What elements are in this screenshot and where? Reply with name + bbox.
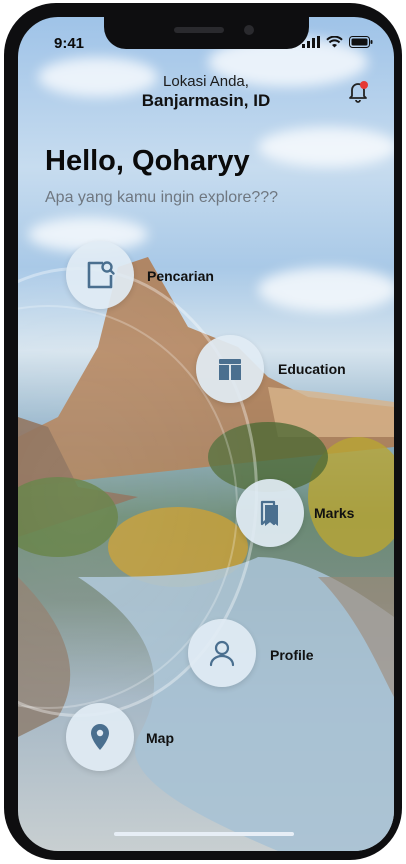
profile-menu-button[interactable] <box>188 619 256 687</box>
map-pin-icon <box>91 724 109 750</box>
education-menu-button[interactable] <box>196 335 264 403</box>
greeting-subtitle: Apa yang kamu ingin explore??? <box>45 189 279 206</box>
screen: 9:41 Lokasi Anda, Banjarmasin, ID Hello,… <box>18 17 394 851</box>
camera-dot <box>244 25 254 35</box>
home-indicator[interactable] <box>114 832 294 836</box>
phone-frame: 9:41 Lokasi Anda, Banjarmasin, ID Hello,… <box>4 3 402 860</box>
search-menu-button[interactable] <box>66 241 134 309</box>
speaker-grille <box>174 27 224 33</box>
bell-icon <box>349 81 368 103</box>
location-value[interactable]: Banjarmasin, ID <box>18 91 394 111</box>
profile-menu-label[interactable]: Profile <box>270 647 314 663</box>
notification-bell-button[interactable] <box>346 79 370 103</box>
location-label: Lokasi Anda, <box>163 73 249 90</box>
device-notch <box>104 17 309 49</box>
book-icon <box>219 359 241 380</box>
search-menu-label[interactable]: Pencarian <box>147 268 214 284</box>
wifi-icon <box>326 36 343 48</box>
greeting-title: Hello, Qoharyy <box>45 145 250 177</box>
education-menu-label[interactable]: Education <box>278 361 346 377</box>
signal-icon <box>302 36 320 48</box>
bookmarks-icon <box>260 500 278 526</box>
map-menu-label[interactable]: Map <box>146 730 174 746</box>
status-icons <box>302 36 373 48</box>
search-document-icon <box>87 261 115 289</box>
marks-menu-button[interactable] <box>236 479 304 547</box>
battery-icon <box>349 36 373 48</box>
map-menu-button[interactable] <box>66 703 134 771</box>
marks-menu-label[interactable]: Marks <box>314 505 354 521</box>
user-icon <box>209 640 235 667</box>
notification-dot <box>360 81 368 89</box>
status-time: 9:41 <box>54 35 85 52</box>
